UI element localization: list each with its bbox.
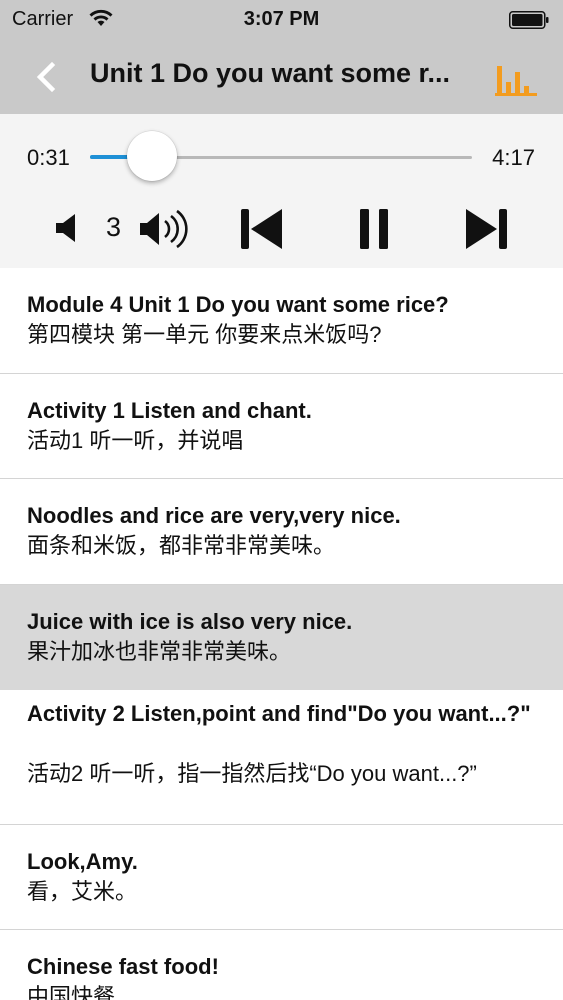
- navigation-bar: Unit 1 Do you want some r...: [0, 40, 563, 114]
- item-chinese-text: 第四模块 第一单元 你要来点米饭吗?: [27, 322, 382, 347]
- list-item[interactable]: Noodles and rice are very,very nice. 面条和…: [0, 479, 563, 585]
- screen: Carrier 3:07 PM Unit 1 Do you want some …: [0, 0, 563, 1000]
- item-chinese-text: 中国快餐: [27, 984, 116, 1000]
- list-item[interactable]: Look,Amy. 看，艾米。: [0, 825, 563, 930]
- total-time: 4:17: [492, 145, 535, 170]
- item-english-text: Noodles and rice are very,very nice.: [27, 503, 401, 528]
- progress-slider-thumb[interactable]: [127, 131, 178, 181]
- page-title: Unit 1 Do you want some r...: [90, 58, 451, 88]
- item-english-text: Activity 2 Listen,point and find"Do you …: [27, 701, 531, 726]
- pause-button[interactable]: [356, 206, 392, 252]
- item-english-text: Chinese fast food!: [27, 954, 219, 979]
- status-time: 3:07 PM: [243, 8, 320, 30]
- item-english-text: Look,Amy.: [27, 849, 138, 874]
- volume-down-icon[interactable]: [54, 211, 84, 245]
- current-time: 0:31: [27, 145, 70, 170]
- volume-up-icon[interactable]: [138, 206, 190, 252]
- list-item[interactable]: Chinese fast food! 中国快餐: [0, 930, 563, 1000]
- item-english-text: Juice with ice is also very nice.: [27, 609, 353, 634]
- previous-track-button[interactable]: [238, 206, 286, 252]
- item-english-text: Activity 1 Listen and chant.: [27, 398, 312, 423]
- volume-level: 3: [106, 212, 122, 242]
- item-chinese-text: 面条和米饭，都非常非常美味。: [27, 533, 336, 558]
- audio-player: 0:31 4:17 3: [0, 114, 563, 268]
- list-item[interactable]: Activity 1 Listen and chant. 活动1 听一听，并说唱: [0, 374, 563, 479]
- battery-icon: [509, 11, 549, 29]
- status-bar: Carrier 3:07 PM: [0, 0, 563, 40]
- item-chinese-text: 看，艾米。: [27, 879, 138, 904]
- list-item-active[interactable]: Juice with ice is also very nice. 果汁加冰也非…: [0, 585, 563, 690]
- sentence-list: Module 4 Unit 1 Do you want some rice? 第…: [0, 268, 563, 1000]
- list-item[interactable]: Module 4 Unit 1 Do you want some rice? 第…: [0, 268, 563, 374]
- list-item[interactable]: Activity 2 Listen,point and find"Do you …: [0, 690, 563, 825]
- item-english-text: Module 4 Unit 1 Do you want some rice?: [27, 292, 449, 317]
- item-chinese-text: 活动1 听一听，并说唱: [27, 428, 244, 453]
- back-button[interactable]: [30, 60, 64, 94]
- item-chinese-text: 活动2 听一听，指一指然后找“Do you want...?”: [27, 761, 477, 786]
- equalizer-icon[interactable]: [495, 62, 537, 98]
- item-chinese-text: 果汁加冰也非常非常美味。: [27, 639, 292, 664]
- next-track-button[interactable]: [462, 206, 510, 252]
